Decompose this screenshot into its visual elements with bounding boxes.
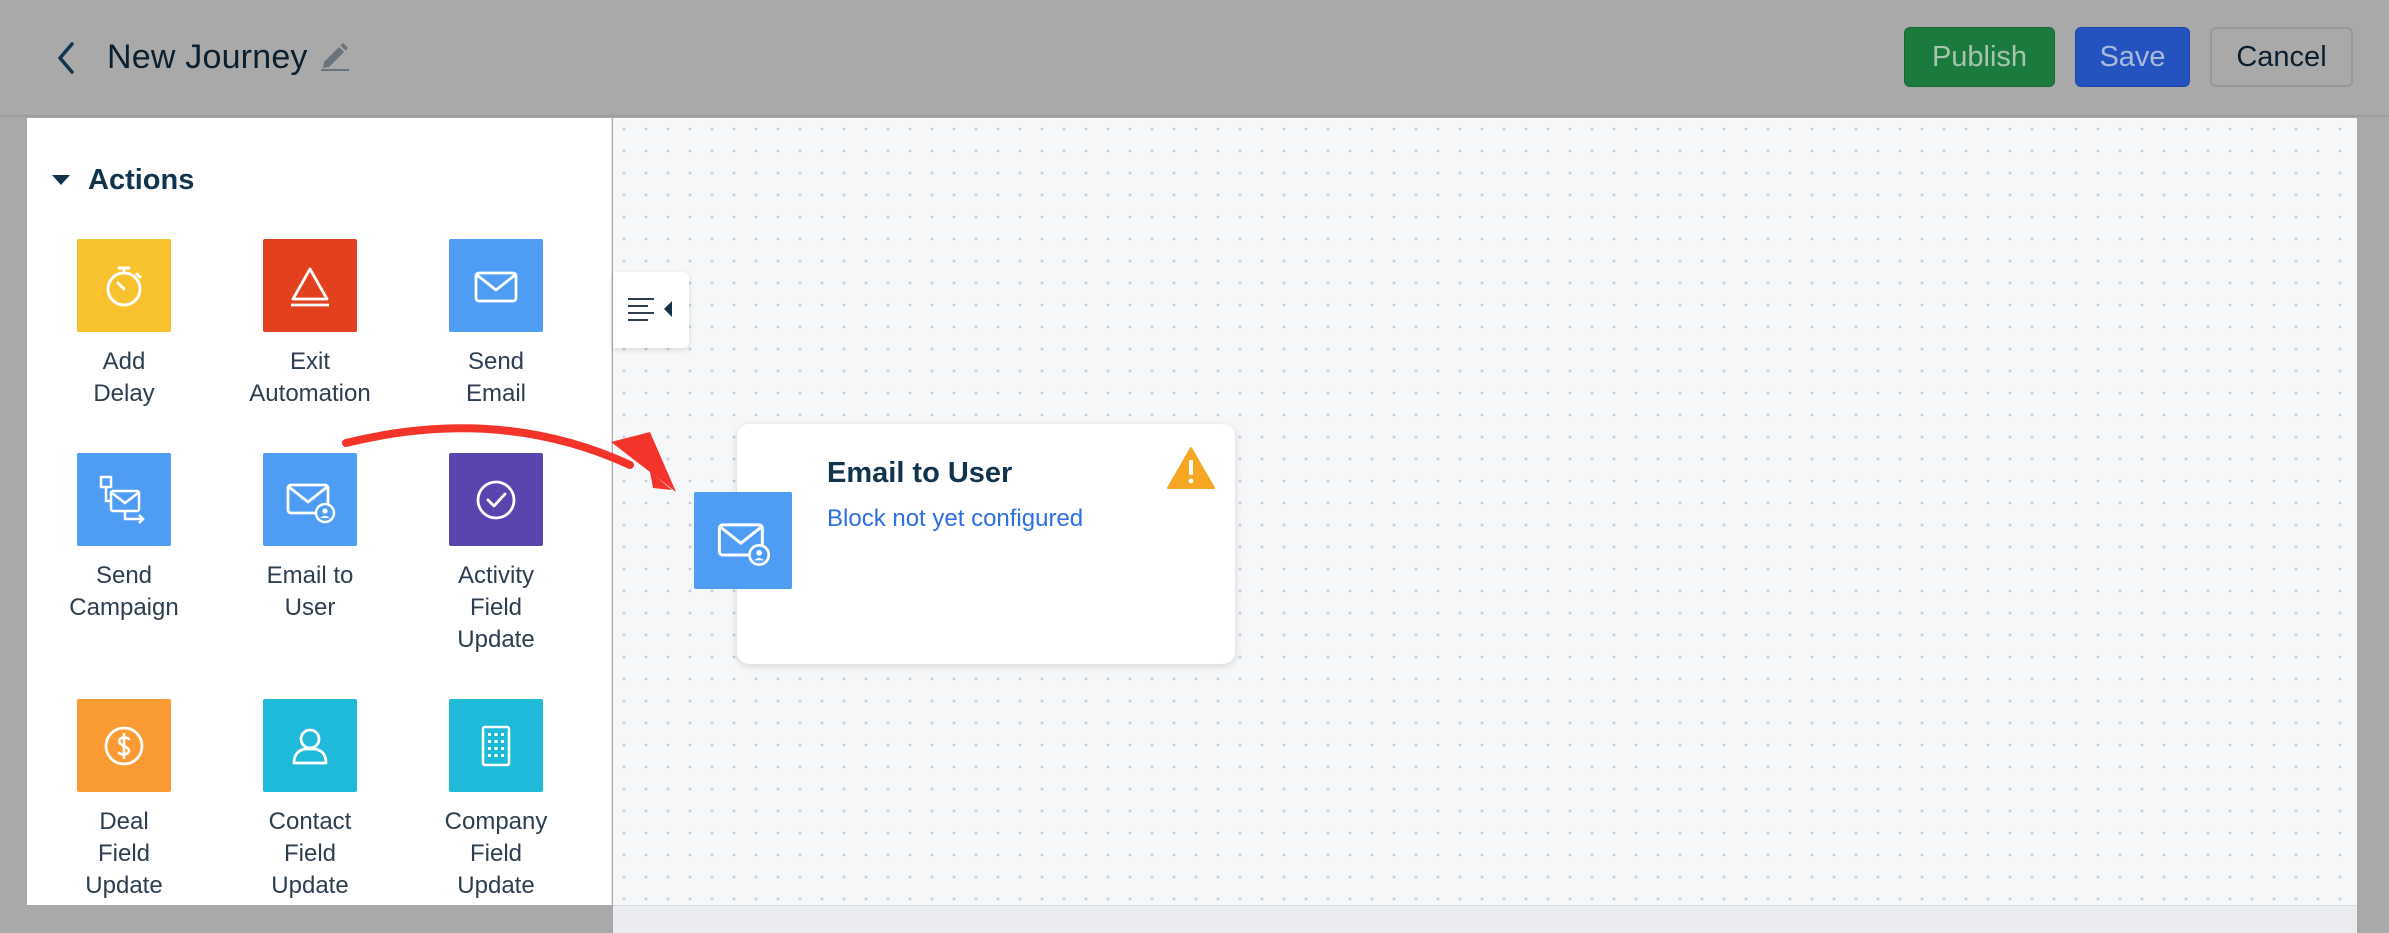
- tile-label: Activity Field Update: [457, 562, 535, 653]
- tile-label: Deal Field Update: [85, 808, 163, 899]
- tile-icon-box: [449, 453, 543, 546]
- tile-icon-box: [263, 453, 357, 546]
- section-title: Actions: [88, 163, 195, 196]
- tile-label: Company Field Update: [444, 808, 548, 899]
- tile-label: Exit Automation: [249, 348, 371, 407]
- publish-button[interactable]: Publish: [1904, 27, 2055, 87]
- tile-icon-box: [77, 239, 171, 332]
- building-icon: [481, 725, 511, 766]
- envelope-user-icon: [717, 522, 771, 566]
- collapse-left-icon: [628, 298, 672, 321]
- tile-icon-box: [77, 699, 171, 792]
- person-icon: [292, 728, 328, 764]
- tile-label: Send Campaign: [69, 562, 179, 621]
- tile-deal-field-update[interactable]: Deal Field Update: [39, 699, 209, 902]
- actions-section-toggle[interactable]: Actions: [52, 160, 194, 200]
- envelope-user-icon: [286, 483, 336, 523]
- tile-exit-automation[interactable]: Exit Automation: [225, 239, 395, 410]
- block-title: Email to User: [827, 457, 1013, 489]
- exit-triangle-icon: [291, 267, 329, 306]
- stopwatch-icon: [106, 266, 142, 306]
- page-title: New Journey: [107, 38, 308, 76]
- tile-label: Contact Field Update: [268, 808, 352, 899]
- pencil-icon: [321, 43, 349, 71]
- tile-icon-box: [449, 239, 543, 332]
- envelope-icon: [474, 271, 518, 302]
- tile-label: Add Delay: [93, 348, 155, 407]
- actions-sidebar: Actions Add Delay Exit Automation Send E…: [27, 118, 612, 905]
- edit-title-button[interactable]: [318, 38, 352, 72]
- back-button[interactable]: [48, 40, 84, 76]
- tile-icon-box: [449, 699, 543, 792]
- warning-icon: [1167, 447, 1215, 489]
- chevron-left-icon: [58, 42, 74, 74]
- dollar-icon: [104, 726, 144, 765]
- collapse-sidebar-button[interactable]: [613, 272, 689, 348]
- save-button[interactable]: Save: [2075, 27, 2190, 87]
- block-status-text: Block not yet configured: [827, 505, 1084, 532]
- tile-send-email[interactable]: Send Email: [411, 239, 581, 410]
- tile-icon-box: [263, 239, 357, 332]
- tile-send-campaign[interactable]: Send Campaign: [39, 453, 209, 624]
- tile-icon-box: [263, 699, 357, 792]
- tile-email-to-user[interactable]: Email to User: [225, 453, 395, 624]
- tile-activity-field-update[interactable]: Activity Field Update: [411, 453, 581, 656]
- tile-add-delay[interactable]: Add Delay: [39, 239, 209, 410]
- check-circle-icon: [476, 480, 516, 519]
- block-icon-box: [694, 492, 792, 589]
- tile-label: Send Email: [465, 348, 526, 407]
- tile-contact-field-update[interactable]: Contact Field Update: [225, 699, 395, 902]
- canvas-edge: [2357, 118, 2389, 933]
- campaign-icon: [99, 475, 145, 524]
- tile-company-field-update[interactable]: Company Field Update: [411, 699, 581, 902]
- caret-down-icon: [52, 175, 70, 185]
- cancel-button[interactable]: Cancel: [2210, 27, 2353, 87]
- header-bar: New Journey Publish Save Cancel: [0, 0, 2389, 117]
- horizontal-scrollbar[interactable]: [613, 905, 2357, 933]
- tile-label: Email to User: [266, 562, 354, 621]
- tile-icon-box: [77, 453, 171, 546]
